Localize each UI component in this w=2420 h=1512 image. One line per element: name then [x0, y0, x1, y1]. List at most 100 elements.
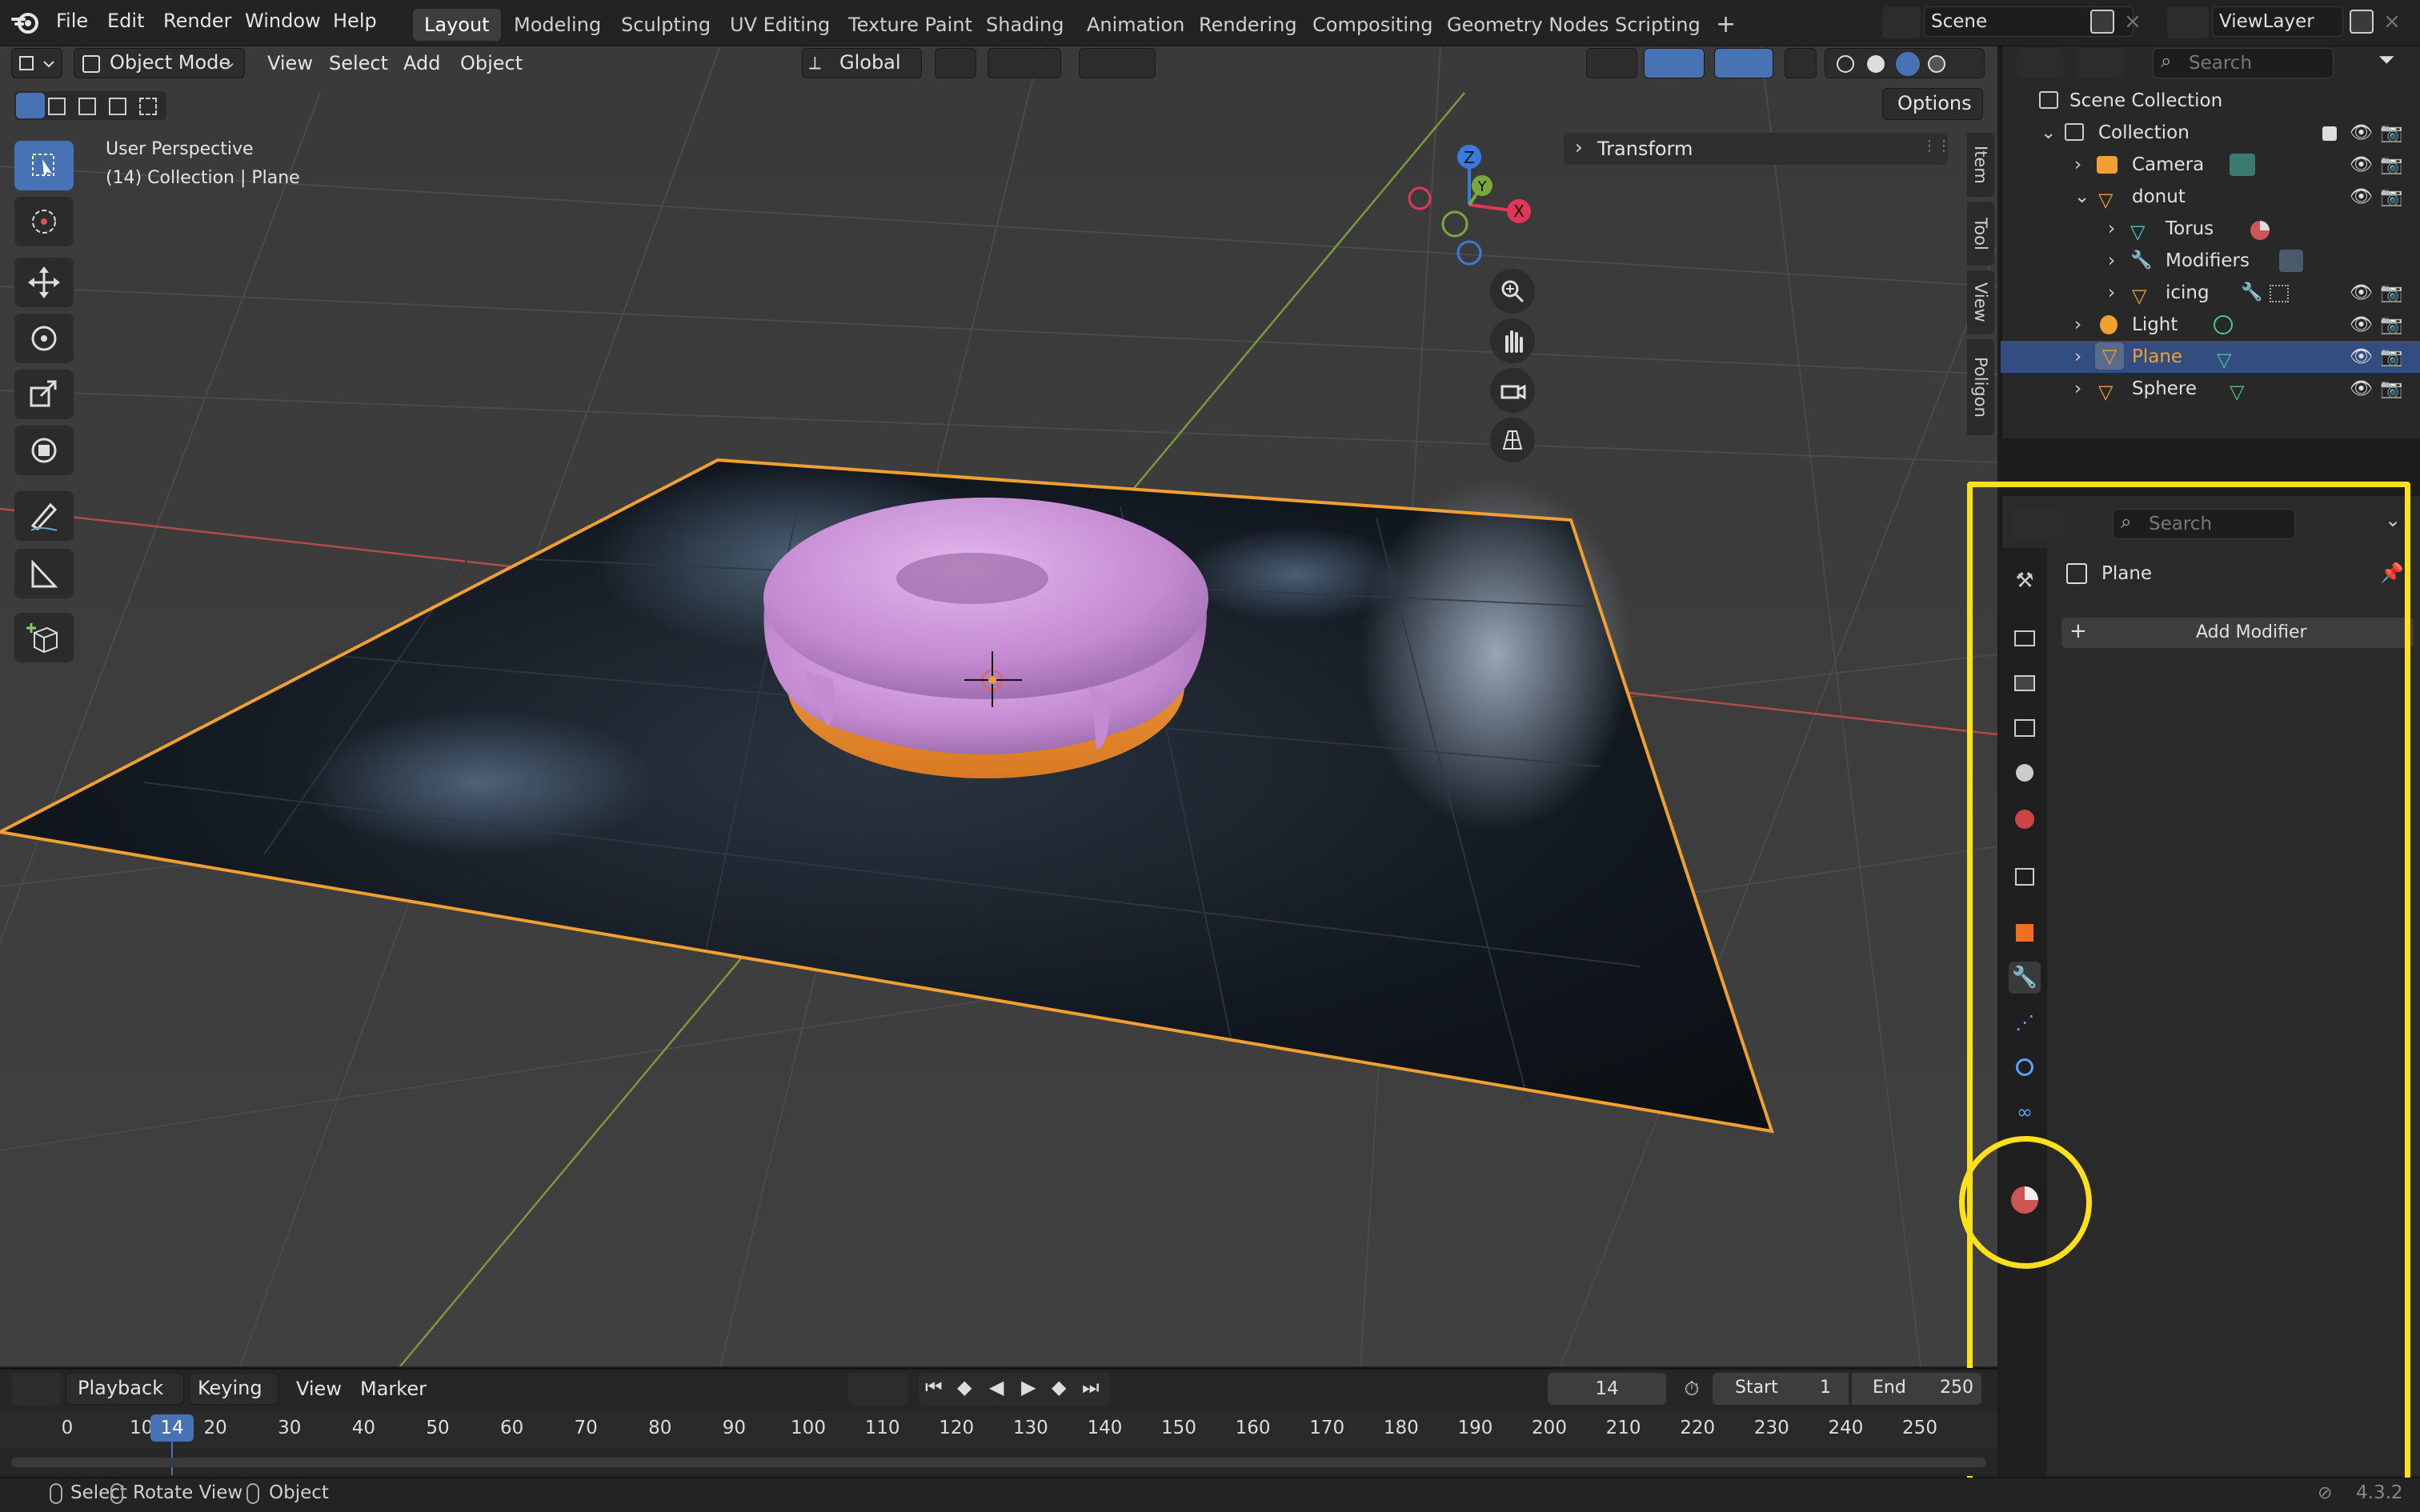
- select-invert-icon[interactable]: [109, 98, 126, 115]
- tab-layout[interactable]: Layout: [413, 9, 501, 41]
- menu-select[interactable]: Select: [329, 52, 388, 74]
- jump-keyframe-forward-icon[interactable]: ◆: [1052, 1376, 1066, 1398]
- measure-tool[interactable]: [14, 549, 74, 598]
- chevron-right-icon[interactable]: ›: [2074, 373, 2081, 405]
- eye-icon[interactable]: 👁: [2350, 277, 2373, 309]
- jump-keyframe-back-icon[interactable]: ◆: [957, 1376, 972, 1398]
- scene-new-icon[interactable]: [2090, 10, 2114, 34]
- add-cube-tool[interactable]: [14, 613, 74, 662]
- menu-window[interactable]: Window: [237, 8, 329, 34]
- auto-keying-icon[interactable]: [848, 1373, 908, 1405]
- tab-scripting[interactable]: Scripting: [1604, 9, 1712, 41]
- playhead[interactable]: 14: [150, 1414, 194, 1442]
- outliner-row-torus[interactable]: › ▽ Torus: [2001, 213, 2420, 245]
- start-frame-field[interactable]: Start 1: [1713, 1373, 1849, 1405]
- xray-icon[interactable]: [1785, 48, 1817, 78]
- chevron-right-icon[interactable]: ›: [2108, 245, 2115, 277]
- camera-render-icon[interactable]: 📷: [2380, 117, 2403, 149]
- tab-rendering[interactable]: Rendering: [1188, 9, 1308, 41]
- overlay-toggle-icon[interactable]: [1714, 48, 1773, 78]
- eye-icon[interactable]: 👁: [2350, 117, 2373, 149]
- 3d-viewport[interactable]: [0, 46, 1997, 1366]
- eye-icon[interactable]: 👁: [2350, 181, 2373, 213]
- view-layer-field[interactable]: ViewLayer: [2212, 6, 2343, 37]
- chevron-right-icon[interactable]: ›: [2108, 277, 2115, 309]
- navigation-gizmo[interactable]: Z Y X: [1392, 136, 1545, 280]
- eye-icon[interactable]: 👁: [2350, 373, 2373, 405]
- zoom-icon[interactable]: [1490, 269, 1535, 314]
- tab-modeling[interactable]: Modeling: [503, 9, 612, 41]
- camera-render-icon[interactable]: 📷: [2380, 149, 2403, 181]
- options-button[interactable]: Options: [1882, 88, 1983, 120]
- visibility-icon[interactable]: [1586, 48, 1637, 78]
- transform-tool[interactable]: [14, 426, 74, 475]
- menu-file[interactable]: File: [48, 8, 96, 34]
- menu-edit[interactable]: Edit: [99, 8, 152, 34]
- add-workspace-button[interactable]: +: [1705, 9, 1747, 41]
- drag-handle-icon[interactable]: ⋮⋮: [1922, 138, 1951, 154]
- wireframe-shading-icon[interactable]: [1837, 55, 1854, 73]
- outliner-row-scene-collection[interactable]: Scene Collection: [2001, 85, 2420, 117]
- select-subtract-icon[interactable]: [78, 98, 96, 115]
- camera-render-icon[interactable]: 📷: [2380, 309, 2403, 341]
- view-layer-remove-icon[interactable]: ×: [2380, 10, 2404, 34]
- solid-shading-icon[interactable]: [1867, 55, 1885, 73]
- mode-select[interactable]: Object Mode ⌄: [74, 48, 245, 78]
- tab-geometry-nodes[interactable]: Geometry Nodes: [1436, 9, 1620, 41]
- transform-panel-header[interactable]: › Transform ⋮⋮: [1564, 133, 1951, 165]
- move-tool[interactable]: [14, 258, 74, 307]
- editor-type-button[interactable]: [11, 48, 62, 78]
- tab-texture-paint[interactable]: Texture Paint: [837, 9, 984, 41]
- select-intersect-icon[interactable]: [139, 98, 157, 115]
- outliner-row-sphere[interactable]: › ▽ Sphere ▽ 👁 📷: [2001, 373, 2420, 405]
- scene-remove-icon[interactable]: ×: [2121, 10, 2145, 34]
- proportional-editing-icon[interactable]: [1079, 48, 1156, 78]
- outliner-row-modifiers[interactable]: › 🔧 Modifiers: [2001, 245, 2420, 277]
- display-mode-icon[interactable]: [2077, 48, 2124, 78]
- side-tab-poligon[interactable]: Poligon: [1967, 339, 1994, 435]
- select-box-tool[interactable]: [14, 141, 74, 190]
- menu-add[interactable]: Add: [403, 52, 440, 74]
- menu-render[interactable]: Render: [155, 8, 239, 34]
- rotate-tool[interactable]: [14, 314, 74, 363]
- collection-checkbox[interactable]: [2322, 126, 2337, 141]
- transform-orientation-select[interactable]: ⟂ Global: [802, 48, 922, 78]
- keying-menu[interactable]: Keying: [189, 1373, 278, 1405]
- play-reverse-icon[interactable]: ◀: [989, 1376, 1004, 1398]
- camera-render-icon[interactable]: 📷: [2380, 277, 2403, 309]
- stopwatch-icon[interactable]: ⏱: [1676, 1373, 1708, 1405]
- menu-help[interactable]: Help: [325, 8, 385, 34]
- tab-sculpting[interactable]: Sculpting: [610, 9, 722, 41]
- current-frame-field[interactable]: 14: [1548, 1373, 1666, 1405]
- menu-view[interactable]: View: [267, 52, 313, 74]
- playback-menu[interactable]: Playback: [66, 1373, 184, 1405]
- chevron-down-icon[interactable]: ⌄: [2041, 117, 2056, 149]
- tab-compositing[interactable]: Compositing: [1301, 9, 1444, 41]
- gizmo-toggle-icon[interactable]: [1644, 48, 1705, 78]
- tab-uv-editing[interactable]: UV Editing: [719, 9, 841, 41]
- select-new-icon[interactable]: [16, 93, 45, 118]
- annotate-tool[interactable]: [14, 491, 74, 541]
- outliner-row-collection[interactable]: ⌄ Collection 👁 📷: [2001, 117, 2420, 149]
- camera-render-icon[interactable]: 📷: [2380, 373, 2403, 405]
- scale-tool[interactable]: [14, 370, 74, 419]
- jump-start-icon[interactable]: ⏮: [925, 1376, 943, 1398]
- side-tab-item[interactable]: Item: [1967, 133, 1994, 197]
- end-frame-field[interactable]: End 250: [1852, 1373, 1981, 1405]
- outliner-row-light[interactable]: › Light 👁 📷: [2001, 309, 2420, 341]
- outliner-search-input[interactable]: Search: [2153, 48, 2334, 78]
- camera-view-icon[interactable]: [1490, 368, 1535, 413]
- timeline-scrollbar[interactable]: [11, 1458, 1986, 1467]
- rendered-shading-icon[interactable]: [1928, 55, 1945, 73]
- pivot-point-icon[interactable]: [935, 48, 976, 78]
- scene-selector-icon[interactable]: [1882, 6, 1921, 38]
- blender-logo-icon[interactable]: [11, 8, 40, 37]
- menu-object[interactable]: Object: [460, 52, 523, 74]
- tab-animation[interactable]: Animation: [1076, 9, 1196, 41]
- eye-icon[interactable]: 👁: [2350, 149, 2373, 181]
- chevron-right-icon[interactable]: ›: [2074, 309, 2081, 341]
- jump-end-icon[interactable]: ⏭: [1082, 1376, 1100, 1398]
- timeline-marker-menu[interactable]: Marker: [360, 1378, 427, 1400]
- outliner-row-plane[interactable]: › ▽ Plane ▽ 👁 📷: [2001, 341, 2420, 373]
- eye-icon[interactable]: 👁: [2350, 341, 2373, 373]
